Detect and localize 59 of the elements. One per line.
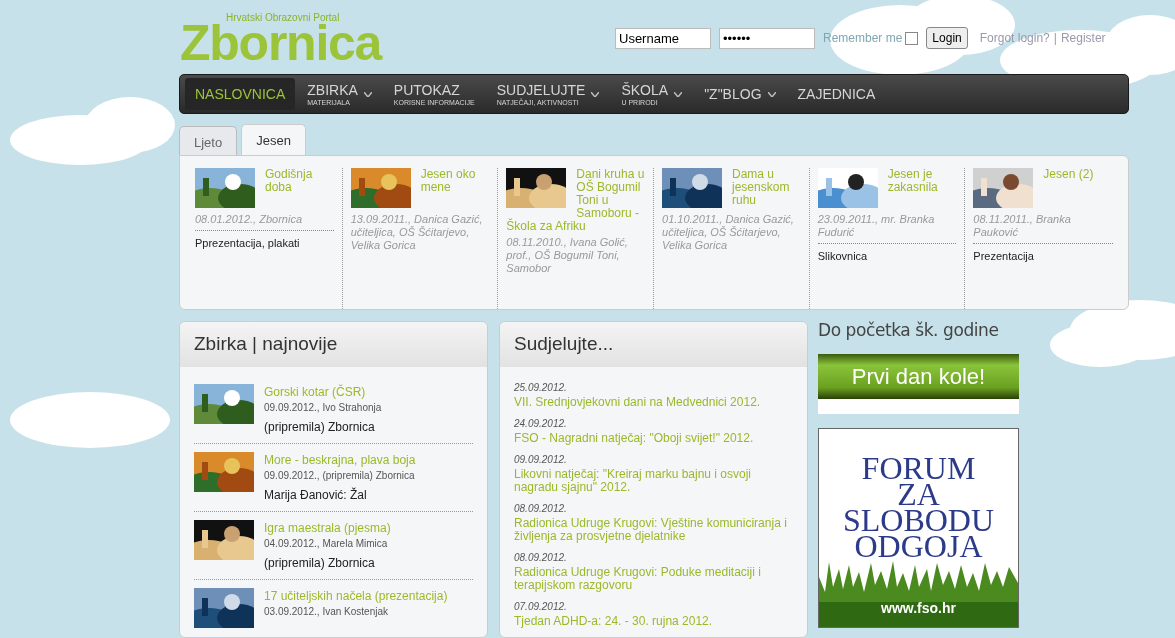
featured-title[interactable]: Godišnja doba — [195, 168, 334, 194]
featured-meta: 13.09.2011., Danica Gazić, učiteljica, OŠ Šćitarjevo, Velika Gorica — [350, 212, 484, 252]
password-field[interactable]: •••••• — [719, 27, 815, 49]
sidebar-title: Do početka šk. godine — [818, 319, 1000, 342]
item-note: Marija Đanović: Žal — [264, 487, 368, 503]
featured-title[interactable]: Jesen oko mene — [350, 168, 490, 194]
panel-title: Sudjelujte... — [500, 322, 807, 367]
nav-item[interactable]: NASLOVNICA — [185, 78, 296, 110]
event-link[interactable]: VII. Srednjovjekovni dani na Medvednici 2012. — [514, 396, 793, 409]
panel-title: Zbirka | najnovije — [180, 322, 487, 367]
item-note: (pripremila) Zbornica — [264, 555, 376, 571]
featured-title[interactable]: Jesen je zakasnila — [817, 168, 957, 194]
item-meta: 09.09.2012., Ivo Strahonja — [264, 401, 382, 415]
featured-title[interactable]: Dani kruha u OŠ Bogumil Toni u Samoboru - Škola za Afriku — [506, 168, 645, 233]
event-link[interactable]: FSO - Nagradni natječaj: "Oboji svijet!" 2012. — [514, 432, 793, 445]
event-date: 08.09.2012. — [514, 551, 568, 564]
nav-item[interactable]: ZAJEDNICA — [787, 78, 886, 110]
featured-category: Prezentacija — [973, 243, 1114, 263]
tab[interactable]: Jesen — [241, 124, 306, 157]
logo-subtitle: Hrvatski Obrazovni Portal — [226, 12, 340, 23]
featured-category: Pprezentacija, plakati — [195, 230, 334, 250]
event-link[interactable]: Tjedan ADHD-a: 24. - 30. rujna 2012. — [514, 615, 793, 628]
featured-meta: 23.09.2011., mr. Branka Fudurić — [817, 212, 936, 239]
featured-meta: 08.11.2010., Ivana Golić, prof., OŠ Bogumil Toni, Samobor — [506, 235, 629, 275]
separator-text: | — [1053, 30, 1057, 47]
tab[interactable]: Ljeto — [179, 126, 238, 158]
login-button[interactable]: Login — [926, 27, 968, 49]
fso-logo-text: FORUM ZA SLOBODU ODGOJA — [842, 454, 995, 559]
event-link[interactable]: Likovni natječaj: "Kreiraj marku bajnu i osvoji nagradu sjajnu" 2012. — [514, 468, 793, 494]
fso-banner[interactable]: FORUM ZA SLOBODU ODGOJA www.fso.hr — [818, 427, 1019, 628]
username-field[interactable]: Username — [615, 27, 711, 49]
register-link[interactable]: Register — [1060, 29, 1106, 47]
featured-meta: 08.01.2012., Zbornica — [195, 212, 304, 226]
item-title[interactable]: 17 učiteljskih načela (prezentacija) — [264, 588, 448, 604]
nav-item[interactable]: "Z"BLOG — [694, 78, 786, 110]
item-note: (pripremila) Zbornica — [264, 419, 376, 435]
featured-title[interactable]: Jesen (2) — [973, 168, 1114, 181]
item-title[interactable]: More - beskrajna, plava boja — [264, 452, 416, 468]
event-date: 24.09.2012. — [514, 417, 568, 430]
remember-label: Remember me — [823, 30, 903, 47]
event-date: 25.09.2012. — [514, 381, 568, 394]
forgot-login-link[interactable]: Forgot login? — [979, 29, 1050, 47]
fso-url: www.fso.hr — [881, 598, 956, 618]
featured-meta: 08.11.2011., Branka Pauković — [973, 212, 1072, 239]
item-title[interactable]: Gorski kotar (ČSR) — [264, 384, 382, 400]
event-link[interactable]: Radionica Udruge Krugovi: Poduke meditaciji i terapijskom razgovoru — [514, 566, 793, 592]
event-link[interactable]: Radionica Udruge Krugovi: Vještine komuniciranja i življenja za prosvjetne djelatnike — [514, 517, 793, 543]
event-date: 07.09.2012. — [514, 600, 568, 613]
item-meta: 09.09.2012., (pripremila) Zbornica — [264, 469, 416, 483]
item-meta: 04.09.2012., Marela Mimica — [264, 537, 389, 551]
featured-category: Slikovnica — [817, 243, 957, 263]
item-title[interactable]: Igra maestrala (pjesma) — [264, 520, 391, 536]
logo[interactable]: Zbornica — [180, 23, 382, 63]
item-meta: 03.09.2012., Ivan Kostenjak — [264, 605, 389, 619]
event-date: 08.09.2012. — [514, 502, 568, 515]
banner[interactable]: Prvi dan kole! — [818, 353, 1019, 414]
featured-title[interactable]: Dama u jesenskom ruhu — [662, 168, 801, 207]
featured-meta: 01.10.2011., Danica Gazić, učiteljica, OŠ Šćitarjevo, Velika Gorica — [662, 212, 795, 252]
event-date: 09.09.2012. — [514, 453, 568, 466]
